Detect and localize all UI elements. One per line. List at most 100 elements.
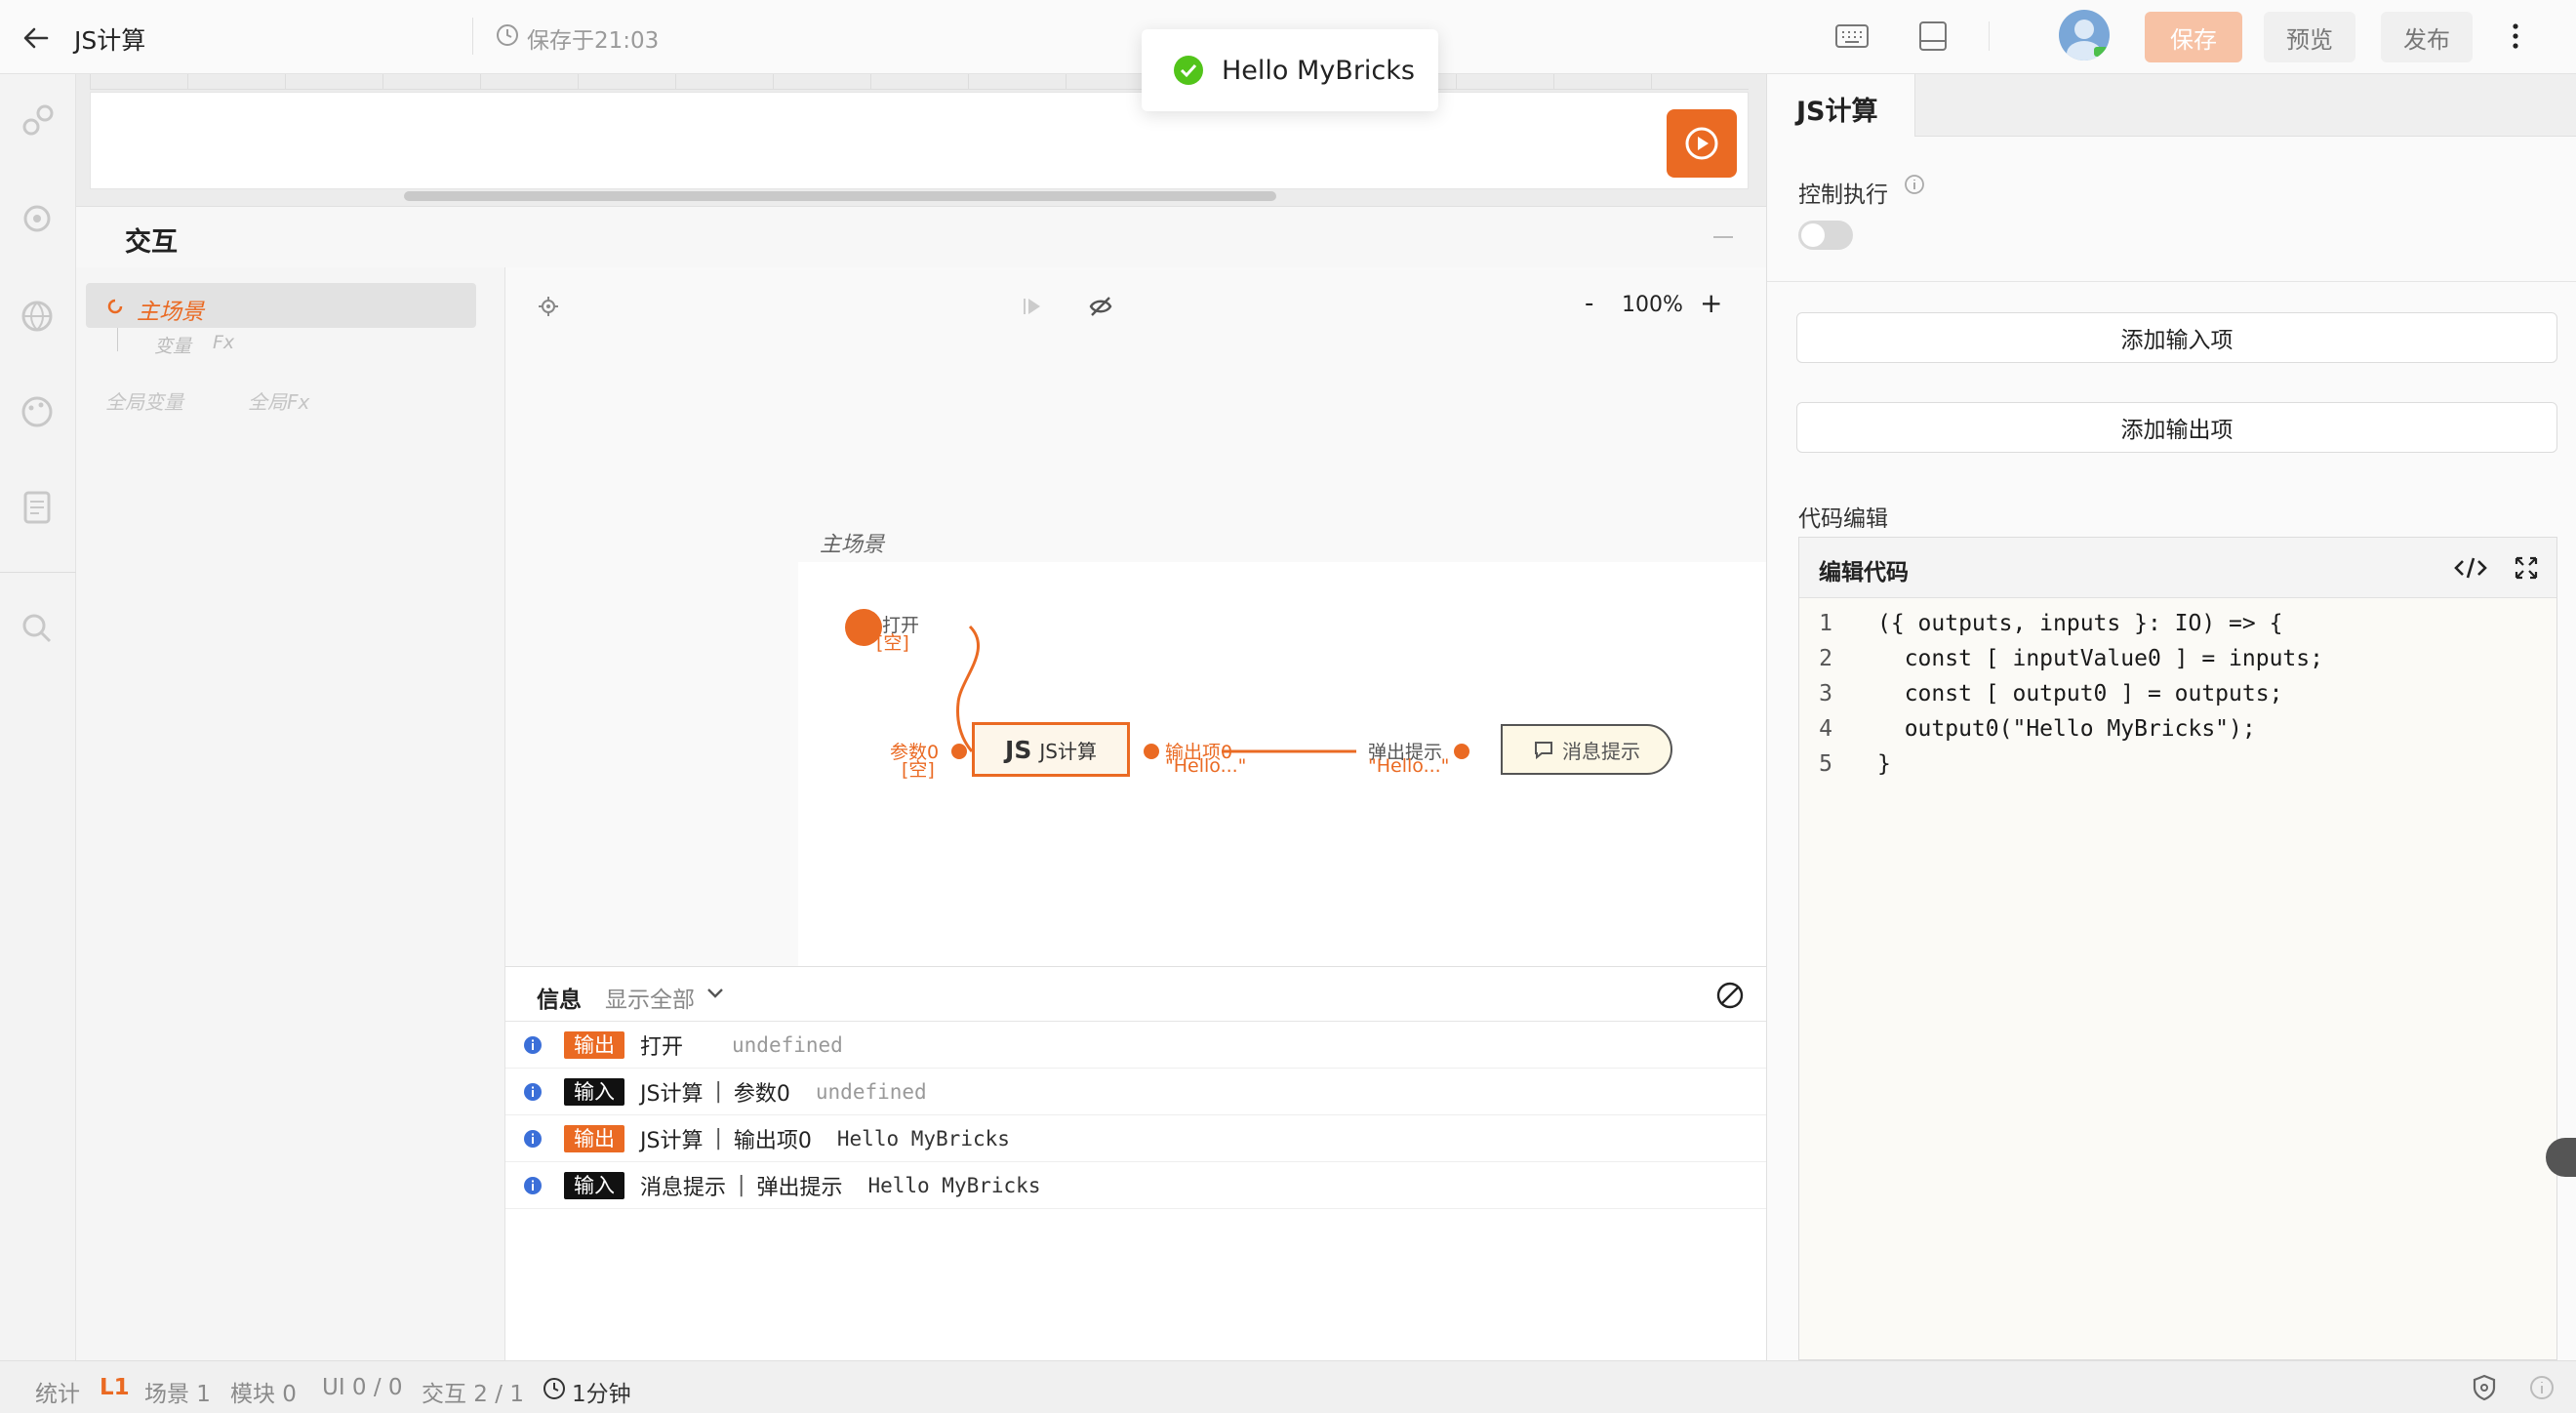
var-item[interactable]: 变量 — [154, 332, 191, 358]
log-port: 输出项0 — [733, 1128, 812, 1153]
log-separator: | — [714, 1126, 722, 1151]
divider — [1989, 21, 1990, 51]
input-port[interactable] — [951, 744, 967, 759]
param-value: [空] — [902, 759, 935, 781]
code-editor[interactable]: 编辑代码 1 ({ outputs, inputs }: IO) => { 2 co… — [1798, 537, 2557, 1360]
log-port: 弹出提示 — [756, 1175, 843, 1200]
fx-item[interactable]: Fx — [213, 332, 234, 353]
add-output-button[interactable]: 添加输出项 — [1796, 402, 2557, 453]
line-number: 1 — [1819, 611, 1832, 636]
code-text: } — [1877, 751, 1891, 777]
scene-count: 场景 1 — [144, 1382, 211, 1407]
tab-js-compute[interactable]: JS计算 — [1767, 74, 1915, 137]
app-title: JS计算 — [74, 26, 146, 55]
popup-value: "Hello..." — [1368, 755, 1450, 777]
global-var-item[interactable]: 全局变量 — [105, 386, 183, 415]
code-line[interactable]: 2 const [ inputValue0 ] = inputs; — [1799, 641, 2556, 676]
zoom-level: 100% — [1622, 293, 1683, 317]
horizontal-scrollbar[interactable] — [404, 191, 1276, 201]
log-value: undefined — [732, 1032, 843, 1057]
interaction-count: 交互 2 / 1 — [422, 1382, 524, 1407]
log-row[interactable]: 输出 JS计算 | 输出项0 Hello MyBricks — [505, 1115, 1766, 1162]
keyboard-icon[interactable] — [1834, 21, 1870, 51]
message-node[interactable]: 消息提示 — [1501, 724, 1672, 775]
save-button[interactable]: 保存 — [2145, 12, 2242, 62]
output-value: "Hello..." — [1165, 755, 1247, 777]
global-fx-item[interactable]: 全局Fx — [248, 386, 309, 415]
fullscreen-icon[interactable] — [2514, 555, 2539, 581]
line-number: 5 — [1819, 751, 1832, 777]
line-number: 2 — [1819, 646, 1832, 671]
scene-frame[interactable]: 打开 [空] 参数0 [空] JS JS计算 输出项0 "Hello..." 弹… — [798, 562, 1766, 966]
debug-run-button[interactable] — [1667, 109, 1737, 178]
properties-panel: JS计算 控制执行 添加输入项 添加输出项 代码编辑 编辑代码 1 ({ outp… — [1766, 74, 2576, 1360]
component-icon[interactable] — [18, 101, 57, 141]
info-icon — [524, 1129, 542, 1148]
code-text: ({ outputs, inputs }: IO) => { — [1877, 611, 2283, 636]
module-count: 模块 0 — [230, 1382, 297, 1407]
open-value: [空] — [876, 632, 909, 654]
gear-icon[interactable] — [18, 199, 57, 238]
elapsed-time: 1分钟 — [572, 1382, 631, 1407]
code-line[interactable]: 5} — [1799, 747, 2556, 782]
log-value: Hello MyBricks — [836, 1126, 1010, 1151]
hide-icon[interactable] — [1087, 293, 1114, 320]
globe-icon[interactable] — [18, 297, 57, 336]
arrow-left-icon[interactable] — [21, 23, 51, 53]
document-icon[interactable] — [18, 488, 57, 527]
code-section-label: 代码编辑 — [1798, 506, 1888, 532]
step-icon[interactable] — [1021, 295, 1044, 318]
save-status: 保存于21:03 — [527, 28, 660, 54]
more-vertical-icon[interactable] — [2510, 21, 2521, 51]
palette-icon[interactable] — [18, 392, 57, 431]
logic-canvas[interactable]: - 100% + 主场景 打开 [空] 参数0 [空] JS JS计算 输出项0… — [505, 267, 1766, 966]
scene-loop-icon — [107, 299, 123, 314]
toast-notification: Hello MyBricks — [1142, 29, 1438, 111]
zoom-out-button[interactable]: - — [1585, 289, 1593, 318]
code-text: const [ inputValue0 ] = inputs; — [1877, 646, 2323, 671]
panel-title: 交互 — [125, 227, 178, 258]
interaction-panel: 交互 主场景 变量 Fx 全局变量 全局Fx - 100% + 主场景 打开 [… — [76, 207, 1766, 1360]
chevron-down-icon[interactable] — [706, 987, 724, 1000]
log-tag: 输出 — [564, 1124, 624, 1152]
code-format-icon[interactable] — [2453, 553, 2488, 583]
control-label: 控制执行 — [1798, 182, 1888, 208]
info-icon — [524, 1082, 542, 1101]
divider — [472, 18, 473, 55]
locate-icon[interactable] — [537, 295, 560, 318]
log-tag: 输出 — [564, 1030, 624, 1059]
js-node-label: JS计算 — [1039, 739, 1097, 763]
code-line[interactable]: 1 ({ outputs, inputs }: IO) => { — [1799, 606, 2556, 641]
popup-input-port[interactable] — [1454, 744, 1469, 759]
add-input-button[interactable]: 添加输入项 — [1796, 312, 2557, 363]
js-compute-node[interactable]: JS JS计算 — [972, 722, 1130, 777]
line-number: 3 — [1819, 681, 1832, 706]
control-toggle[interactable] — [1798, 221, 1853, 250]
panel-layout-icon[interactable] — [1916, 20, 1950, 53]
editor-title: 编辑代码 — [1819, 560, 1909, 585]
avatar[interactable] — [2059, 10, 2110, 61]
shield-icon[interactable] — [2471, 1373, 2498, 1402]
publish-button[interactable]: 发布 — [2381, 12, 2473, 62]
log-row[interactable]: 输入 JS计算 | 参数0 undefined — [505, 1069, 1766, 1115]
divider — [0, 572, 76, 573]
search-icon[interactable] — [18, 609, 57, 648]
log-tag: 输入 — [564, 1077, 624, 1106]
minimize-icon[interactable] — [1713, 236, 1733, 238]
zoom-in-button[interactable]: + — [1700, 287, 1722, 319]
preview-button[interactable]: 预览 — [2264, 12, 2355, 62]
info-icon[interactable] — [2529, 1375, 2555, 1400]
log-target: JS计算 — [640, 1081, 704, 1107]
page-frame[interactable] — [90, 92, 1749, 189]
output-port[interactable] — [1144, 744, 1159, 759]
filter-select[interactable]: 显示全部 — [605, 981, 695, 1014]
code-line[interactable]: 3 const [ output0 ] = outputs; — [1799, 676, 2556, 711]
code-line[interactable]: 4 output0("Hello MyBricks"); — [1799, 711, 2556, 747]
console-title: 信息 — [537, 988, 582, 1013]
log-separator: | — [738, 1173, 745, 1197]
clear-icon[interactable] — [1715, 981, 1745, 1010]
tree-item-main-scene[interactable]: 主场景 — [86, 283, 476, 328]
log-row[interactable]: 输入 消息提示 | 弹出提示 Hello MyBricks — [505, 1162, 1766, 1209]
toast-message: Hello MyBricks — [1222, 55, 1415, 86]
log-row[interactable]: 输出 打开 undefined — [505, 1022, 1766, 1069]
